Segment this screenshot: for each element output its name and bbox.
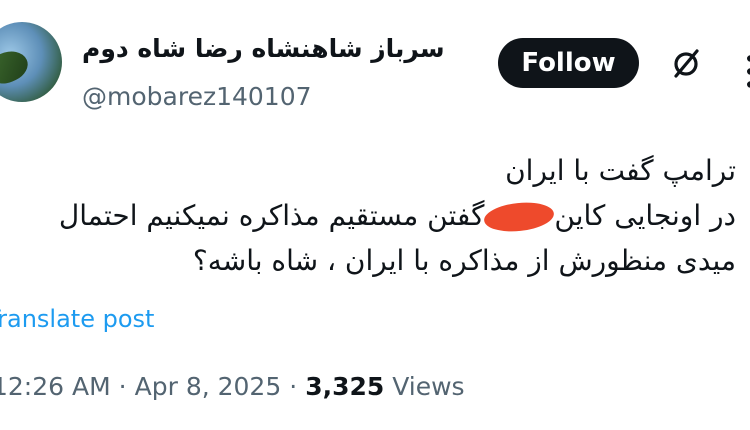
redaction-mark — [483, 199, 556, 235]
tweet-metadata: 12:26 AM · Apr 8, 2025 · 3,325 Views — [0, 372, 465, 401]
translate-post-link[interactable]: Translate post — [0, 305, 154, 333]
separator: · — [289, 372, 298, 401]
follow-button[interactable]: Follow — [498, 38, 639, 88]
avatar-foliage — [0, 44, 33, 90]
tweet-line-3: میدی منظورش از مذاکره با ایران ، شاه باش… — [192, 244, 736, 277]
views-count: 3,325 — [305, 372, 385, 401]
tweet-line-1: ترامپ گفت با ایران — [505, 154, 736, 187]
tweet-line-2-start: در اونجایی کاین — [554, 199, 736, 232]
avatar[interactable] — [0, 22, 62, 102]
post-time[interactable]: 12:26 AM — [0, 372, 111, 401]
tweet-line-2-end: گفتن مستقیم مذاکره نمیکنیم احتمال — [58, 199, 485, 232]
tweet-text: ترامپ گفت با ایران در اونجایی کاین گفتن م… — [0, 148, 736, 283]
post-date[interactable]: Apr 8, 2025 — [135, 372, 282, 401]
separator: · — [118, 372, 127, 401]
user-handle[interactable]: @mobarez140107 — [82, 82, 312, 111]
display-name[interactable]: سرباز شاهنشاه رضا شاه دوم — [82, 34, 445, 63]
more-dots-icon[interactable]: ••• — [736, 52, 750, 91]
tweet-line-2: در اونجایی کاین گفتن مستقیم مذاکره نمیکنی… — [0, 193, 736, 238]
slashed-circle-icon[interactable] — [668, 45, 704, 81]
views-label: Views — [392, 372, 465, 401]
